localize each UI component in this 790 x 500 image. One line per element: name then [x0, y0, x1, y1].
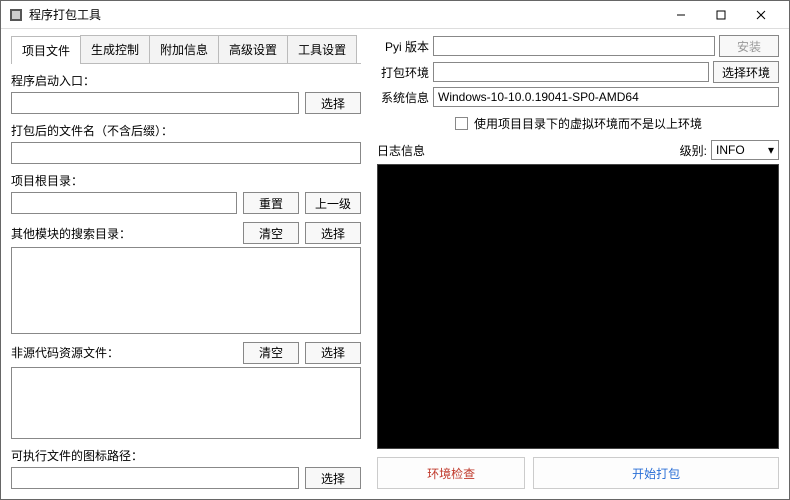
searchdir-select-button[interactable]: 选择	[305, 222, 361, 244]
env-input[interactable]	[433, 62, 709, 82]
searchdir-label: 其他模块的搜索目录：	[11, 225, 131, 242]
pyi-install-button[interactable]: 安装	[719, 35, 779, 57]
sysinfo-label: 系统信息	[377, 89, 429, 106]
log-output[interactable]	[377, 164, 779, 449]
log-level-select[interactable]: INFO ▾	[711, 140, 779, 160]
start-build-button[interactable]: 开始打包	[533, 457, 779, 489]
resfiles-clear-button[interactable]: 清空	[243, 342, 299, 364]
projroot-input[interactable]	[11, 192, 237, 214]
sysinfo-input[interactable]	[433, 87, 779, 107]
log-label: 日志信息	[377, 142, 425, 159]
outname-label: 打包后的文件名（不含后缀）：	[11, 122, 361, 139]
pyi-version-label: Pyi 版本	[377, 38, 429, 55]
tab-advanced[interactable]: 高级设置	[218, 35, 288, 63]
projroot-label: 项目根目录：	[11, 172, 361, 189]
level-label: 级别:	[680, 142, 707, 159]
iconpath-label: 可执行文件的图标路径：	[11, 447, 361, 464]
app-icon	[9, 8, 23, 22]
tab-extra-info[interactable]: 附加信息	[149, 35, 219, 63]
tab-bar: 项目文件 生成控制 附加信息 高级设置 工具设置	[11, 35, 361, 64]
env-label: 打包环境	[377, 64, 429, 81]
tab-build-control[interactable]: 生成控制	[80, 35, 150, 63]
iconpath-input[interactable]	[11, 467, 299, 489]
resfiles-select-button[interactable]: 选择	[305, 342, 361, 364]
titlebar: 程序打包工具	[1, 1, 789, 29]
outname-input[interactable]	[11, 142, 361, 164]
chevron-down-icon: ▾	[768, 143, 774, 157]
use-venv-label: 使用项目目录下的虚拟环境而不是以上环境	[474, 115, 702, 132]
entry-label: 程序启动入口：	[11, 72, 361, 89]
env-select-button[interactable]: 选择环境	[713, 61, 779, 83]
resfiles-textarea[interactable]	[11, 367, 361, 439]
entry-select-button[interactable]: 选择	[305, 92, 361, 114]
resfiles-label: 非源代码资源文件：	[11, 344, 119, 361]
projroot-up-button[interactable]: 上一级	[305, 192, 361, 214]
projroot-reset-button[interactable]: 重置	[243, 192, 299, 214]
tab-tool-settings[interactable]: 工具设置	[287, 35, 357, 63]
close-button[interactable]	[741, 1, 781, 29]
log-level-value: INFO	[716, 143, 745, 157]
tab-project-files[interactable]: 项目文件	[11, 36, 81, 64]
use-venv-checkbox[interactable]	[455, 117, 468, 130]
searchdir-textarea[interactable]	[11, 247, 361, 334]
pyi-version-input[interactable]	[433, 36, 715, 56]
searchdir-clear-button[interactable]: 清空	[243, 222, 299, 244]
maximize-button[interactable]	[701, 1, 741, 29]
iconpath-select-button[interactable]: 选择	[305, 467, 361, 489]
entry-input[interactable]	[11, 92, 299, 114]
window-title: 程序打包工具	[29, 6, 661, 23]
minimize-button[interactable]	[661, 1, 701, 29]
env-check-button[interactable]: 环境检查	[377, 457, 525, 489]
